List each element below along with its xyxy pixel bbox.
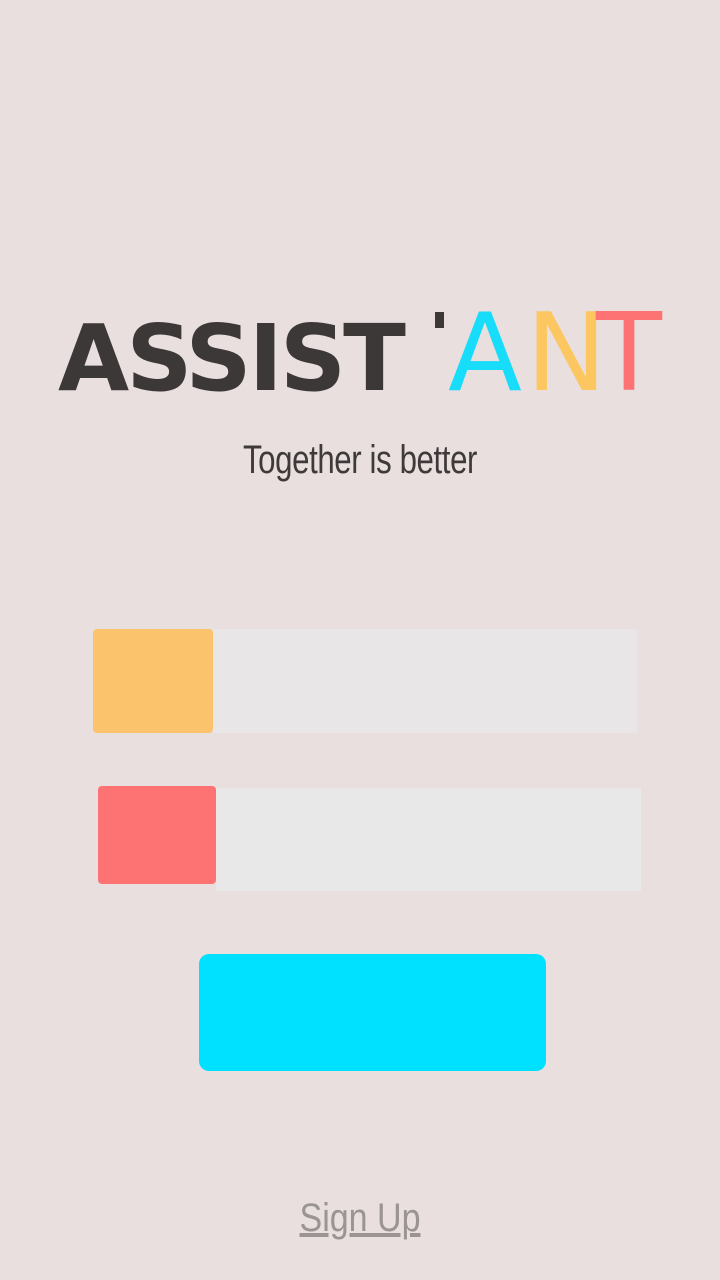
app-logo: ASSIST A N T	[56, 300, 666, 396]
login-button[interactable]	[199, 954, 546, 1071]
sign-up-link[interactable]: Sign Up	[54, 1196, 666, 1241]
logo-letter-n: N	[526, 300, 607, 396]
username-input[interactable]	[213, 629, 637, 733]
logo-letter-a: A	[448, 300, 522, 396]
logo-apostrophe	[435, 312, 444, 328]
logo-letter-t: T	[595, 300, 663, 396]
user-icon	[93, 629, 213, 733]
password-field-group	[98, 786, 641, 891]
password-input[interactable]	[216, 788, 641, 891]
tagline: Together is better	[242, 438, 478, 482]
lock-icon	[98, 786, 216, 884]
username-field-group	[93, 629, 637, 733]
logo-bold-text: ASSIST	[58, 305, 406, 396]
